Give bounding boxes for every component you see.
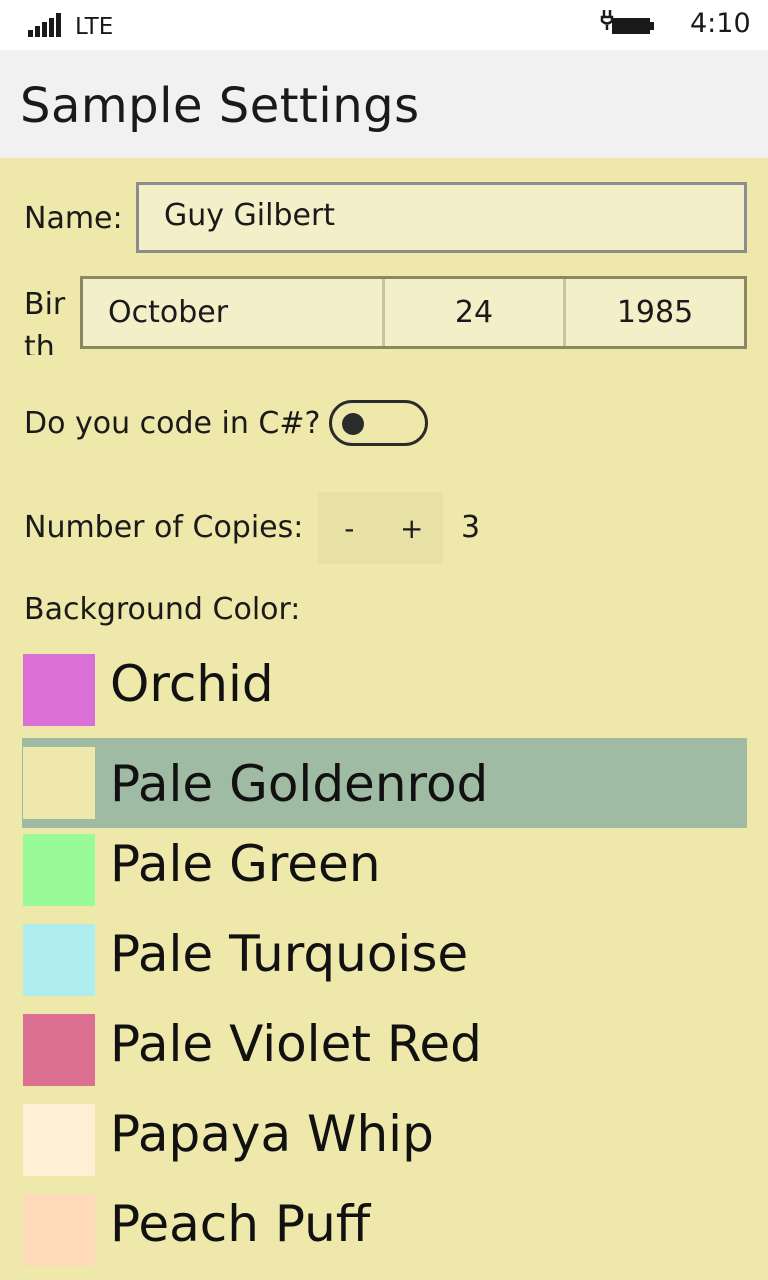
code-csharp-toggle[interactable] — [329, 400, 428, 446]
clock: 4:10 — [690, 8, 751, 39]
color-swatch — [23, 1104, 95, 1176]
color-name: Pale Goldenrod — [110, 755, 489, 813]
color-swatch — [23, 924, 95, 996]
birth-date-picker[interactable]: October 24 1985 — [80, 276, 747, 349]
page-title: Sample Settings — [20, 78, 420, 134]
birth-day-field[interactable]: 24 — [385, 279, 566, 346]
color-swatch — [23, 1014, 95, 1086]
color-list: Orchid Pale Goldenrod Pale Green Pale Tu… — [22, 648, 747, 1278]
background-color-label: Background Color: — [24, 592, 301, 627]
color-swatch — [23, 654, 95, 726]
color-swatch — [23, 1194, 95, 1266]
toggle-knob — [342, 413, 364, 435]
color-name: Pale Turquoise — [110, 925, 469, 983]
battery-charging-icon — [600, 10, 654, 34]
copies-value: 3 — [461, 510, 481, 545]
app-header: Sample Settings — [0, 50, 768, 158]
status-bar: LTE 4:10 — [0, 0, 768, 50]
color-name: Pale Violet Red — [110, 1015, 482, 1073]
increment-button[interactable]: + — [381, 492, 444, 564]
color-swatch — [23, 834, 95, 906]
color-item-papaya-whip[interactable]: Papaya Whip — [22, 1098, 747, 1188]
color-item-orchid[interactable]: Orchid — [22, 648, 747, 738]
color-name: Pale Green — [110, 835, 381, 893]
name-input[interactable] — [136, 182, 747, 253]
name-label: Name: — [24, 201, 123, 236]
color-item-peach-puff[interactable]: Peach Puff — [22, 1188, 747, 1278]
color-item-pale-goldenrod[interactable]: Pale Goldenrod — [22, 738, 747, 828]
color-swatch — [23, 747, 95, 819]
copies-stepper[interactable]: - + — [318, 492, 443, 564]
signal-icon — [28, 13, 62, 37]
color-name: Orchid — [110, 655, 274, 713]
color-item-pale-turquoise[interactable]: Pale Turquoise — [22, 918, 747, 1008]
birth-label: Birth — [24, 287, 66, 355]
color-name: Papaya Whip — [110, 1105, 434, 1163]
birth-month-field[interactable]: October — [83, 279, 385, 346]
network-type: LTE — [75, 14, 114, 40]
decrement-button[interactable]: - — [318, 492, 381, 564]
color-item-pale-violet-red[interactable]: Pale Violet Red — [22, 1008, 747, 1098]
code-csharp-label: Do you code in C#? — [24, 406, 321, 441]
birth-year-field[interactable]: 1985 — [566, 279, 744, 346]
copies-label: Number of Copies: — [24, 510, 304, 545]
color-item-pale-green[interactable]: Pale Green — [22, 828, 747, 918]
color-name: Peach Puff — [110, 1195, 371, 1253]
